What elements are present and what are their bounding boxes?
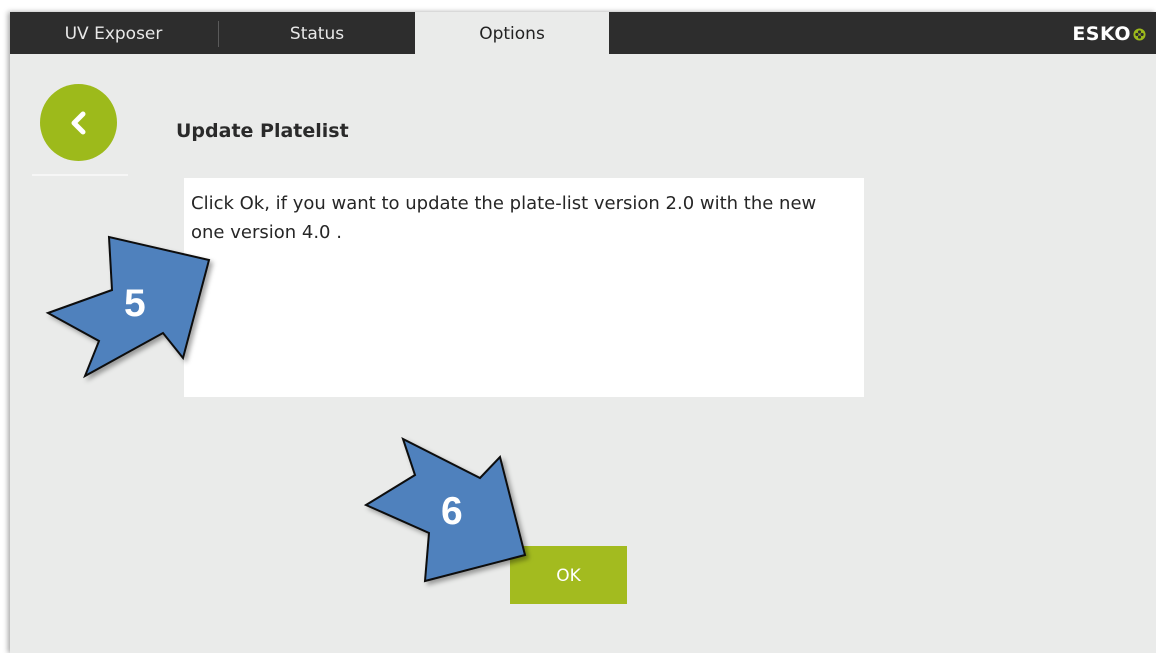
brand-name: ESKO [1072, 23, 1131, 45]
message-box: Click Ok, if you want to update the plat… [184, 178, 864, 397]
callout-label-5: 5 [124, 282, 146, 325]
callout-label-6: 6 [441, 490, 463, 533]
back-button[interactable] [40, 84, 117, 161]
app-window: UV Exposer Status Options ESKO Update Pl… [10, 12, 1156, 653]
tab-uv-exposer[interactable]: UV Exposer [10, 12, 217, 54]
top-navigation-bar: UV Exposer Status Options ESKO [10, 12, 1156, 54]
tab-options[interactable]: Options [415, 12, 609, 54]
esko-flower-icon [1133, 27, 1146, 41]
page-title: Update Platelist [176, 120, 349, 142]
ok-button[interactable]: OK [510, 546, 627, 604]
tab-status[interactable]: Status [219, 12, 415, 54]
esko-logo: ESKO [1072, 23, 1146, 45]
back-divider [32, 174, 128, 176]
message-text: Click Ok, if you want to update the plat… [191, 193, 817, 243]
chevron-left-icon [71, 111, 85, 134]
